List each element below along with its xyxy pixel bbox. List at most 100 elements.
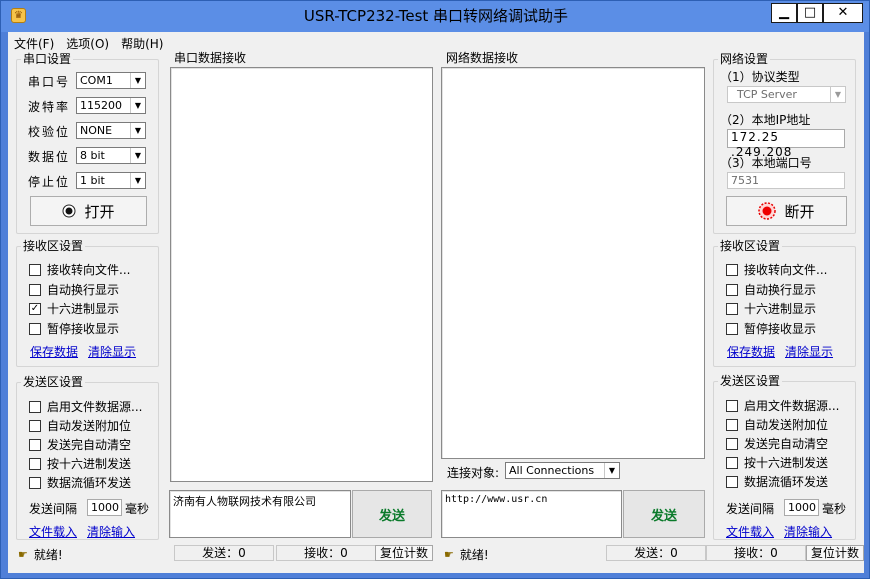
target-select[interactable]: All Connections ▼	[505, 462, 620, 479]
checkbox-loop-send[interactable]: 数据流循环发送	[29, 474, 131, 491]
checkbox-loop-send[interactable]: 数据流循环发送	[726, 473, 828, 490]
checkbox-label: 接收转向文件...	[47, 263, 131, 277]
checkbox-file-source[interactable]: 启用文件数据源...	[726, 397, 839, 414]
stopbits-select[interactable]: 1 bit ▼	[76, 172, 146, 189]
ip-input[interactable]: 172.25 .249.208	[727, 129, 845, 159]
checkbox-auto-clear[interactable]: 发送完自动清空	[29, 436, 131, 453]
checkbox-box	[726, 322, 738, 335]
local-port-input[interactable]: 7531	[727, 172, 845, 189]
checkbox-pause-display[interactable]: 暂停接收显示	[29, 320, 119, 337]
parity-label: 校验位	[28, 125, 71, 139]
menu-bar: 文件(F) 选项(O) 帮助(H)	[8, 32, 864, 52]
baud-select[interactable]: 115200 ▼	[76, 97, 146, 114]
clear-input-link[interactable]: 清除输入	[87, 523, 135, 540]
checkbox-label: 十六进制显示	[47, 302, 120, 316]
checkbox-hex-display[interactable]: ✓ 十六进制显示	[29, 300, 119, 317]
port-value: COM1	[80, 74, 113, 87]
checkbox-label: 十六进制显示	[744, 302, 817, 316]
clear-display-link[interactable]: 清除显示	[88, 343, 136, 360]
checkbox-pause-display[interactable]: 暂停接收显示	[726, 320, 816, 337]
checkbox-label: 按十六进制发送	[47, 457, 132, 471]
clear-input-link[interactable]: 清除输入	[784, 523, 832, 540]
window-title: USR-TCP232-Test 串口转网络调试助手	[303, 7, 569, 25]
chevron-down-icon: ▼	[130, 123, 145, 138]
checkbox-file-source[interactable]: 启用文件数据源...	[29, 398, 142, 415]
checkbox-box	[29, 283, 41, 296]
serial-send-input[interactable]: 济南有人物联网技术有限公司	[169, 490, 351, 538]
checkbox-box	[29, 476, 41, 489]
close-button[interactable]: ✕	[823, 3, 863, 23]
file-load-link[interactable]: 文件载入	[726, 523, 774, 540]
checkbox-box	[29, 400, 41, 413]
menu-help[interactable]: 帮助(H)	[121, 35, 163, 52]
reset-count-left-button[interactable]: 复位计数	[375, 545, 433, 561]
local-port-label: （3）本地端口号	[720, 156, 812, 170]
net-send-text: http://www.usr.cn	[445, 494, 548, 505]
recv-settings-left: 接收区设置 接收转向文件... 自动换行显示 ✓ 十六进制显示 暂停接收显示 保存…	[16, 239, 159, 367]
checkbox-label: 发送完自动清空	[744, 437, 829, 451]
databits-select[interactable]: 8 bit ▼	[76, 147, 146, 164]
chevron-down-icon: ▼	[130, 73, 145, 88]
network-settings-group: 网络设置 （1）协议类型 TCP Server ▼ （2）本地IP地址 172.2…	[713, 52, 856, 234]
checkbox-append-bits[interactable]: 自动发送附加位	[29, 417, 131, 434]
menu-file[interactable]: 文件(F)	[14, 35, 54, 52]
checkbox-label: 自动发送附加位	[744, 418, 829, 432]
checkbox-label: 自动换行显示	[47, 283, 120, 297]
databits-value: 8 bit	[80, 149, 105, 162]
protocol-select[interactable]: TCP Server ▼	[727, 86, 846, 103]
checkbox-label: 启用文件数据源...	[744, 399, 840, 413]
checkbox-recv-to-file[interactable]: 接收转向文件...	[29, 261, 130, 278]
protocol-value: TCP Server	[737, 88, 797, 101]
open-port-button[interactable]: 打开	[30, 196, 147, 226]
checkbox-auto-clear[interactable]: 发送完自动清空	[726, 435, 828, 452]
checkbox-auto-wrap[interactable]: 自动换行显示	[726, 281, 816, 298]
net-send-input[interactable]: http://www.usr.cn	[441, 490, 622, 538]
recv-count-right: 接收：0	[706, 545, 806, 561]
recv-settings-right: 接收区设置 接收转向文件... 自动换行显示 十六进制显示 暂停接收显示 保存数…	[713, 239, 856, 367]
save-data-link[interactable]: 保存数据	[727, 343, 775, 360]
checkbox-hex-display[interactable]: 十六进制显示	[726, 300, 816, 317]
checkbox-recv-to-file[interactable]: 接收转向文件...	[726, 261, 827, 278]
reset-count-right-button[interactable]: 复位计数	[806, 545, 864, 561]
serial-send-button[interactable]: 发送	[352, 490, 432, 538]
checkbox-label: 数据流循环发送	[744, 475, 829, 489]
checkbox-hex-send[interactable]: 按十六进制发送	[726, 454, 828, 471]
recv-settings-left-title: 接收区设置	[21, 239, 86, 253]
parity-select[interactable]: NONE ▼	[76, 122, 146, 139]
interval-input[interactable]: 1000	[784, 499, 819, 516]
interval-input[interactable]: 1000	[87, 499, 122, 516]
serial-recv-area[interactable]	[170, 67, 433, 482]
interval-unit: 毫秒	[822, 502, 847, 516]
net-recv-area[interactable]	[441, 67, 705, 459]
recv-count-left: 接收：0	[276, 545, 376, 561]
send-settings-right-title: 发送区设置	[718, 374, 783, 388]
recv-settings-right-title: 接收区设置	[718, 239, 783, 253]
net-send-button[interactable]: 发送	[623, 490, 705, 538]
status-icon: ☛	[444, 547, 454, 561]
checkbox-hex-send[interactable]: 按十六进制发送	[29, 455, 131, 472]
parity-value: NONE	[80, 124, 113, 137]
status-left: ☛ 就绪!	[18, 545, 63, 563]
databits-label: 数据位	[28, 150, 71, 164]
send-settings-right: 发送区设置 启用文件数据源... 自动发送附加位 发送完自动清空 按十六进制发送…	[713, 374, 856, 540]
send-count-left: 发送：0	[174, 545, 274, 561]
clear-display-link[interactable]: 清除显示	[785, 343, 833, 360]
status-icon: ☛	[18, 547, 28, 561]
radio-dot-icon	[62, 204, 76, 218]
checkbox-box	[726, 399, 738, 412]
minimize-button[interactable]: ▁	[771, 3, 797, 23]
title-bar[interactable]: ♛ USR-TCP232-Test 串口转网络调试助手 ▁ □ ✕	[1, 1, 869, 32]
checkbox-label: 自动换行显示	[744, 283, 817, 297]
status-text: 就绪!	[33, 547, 63, 562]
file-load-link[interactable]: 文件载入	[29, 523, 77, 540]
disconnect-button[interactable]: 断开	[726, 196, 847, 226]
save-data-link[interactable]: 保存数据	[30, 343, 78, 360]
maximize-button[interactable]: □	[797, 3, 823, 23]
serial-settings-group: 串口设置 串口号 COM1 ▼ 波特率 115200 ▼ 校验位 NONE ▼ 数据位…	[16, 52, 159, 234]
port-select[interactable]: COM1 ▼	[76, 72, 146, 89]
interval-label: 发送间隔	[29, 502, 78, 516]
disconnect-label: 断开	[784, 202, 815, 221]
menu-options[interactable]: 选项(O)	[66, 35, 109, 52]
checkbox-append-bits[interactable]: 自动发送附加位	[726, 416, 828, 433]
checkbox-auto-wrap[interactable]: 自动换行显示	[29, 281, 119, 298]
